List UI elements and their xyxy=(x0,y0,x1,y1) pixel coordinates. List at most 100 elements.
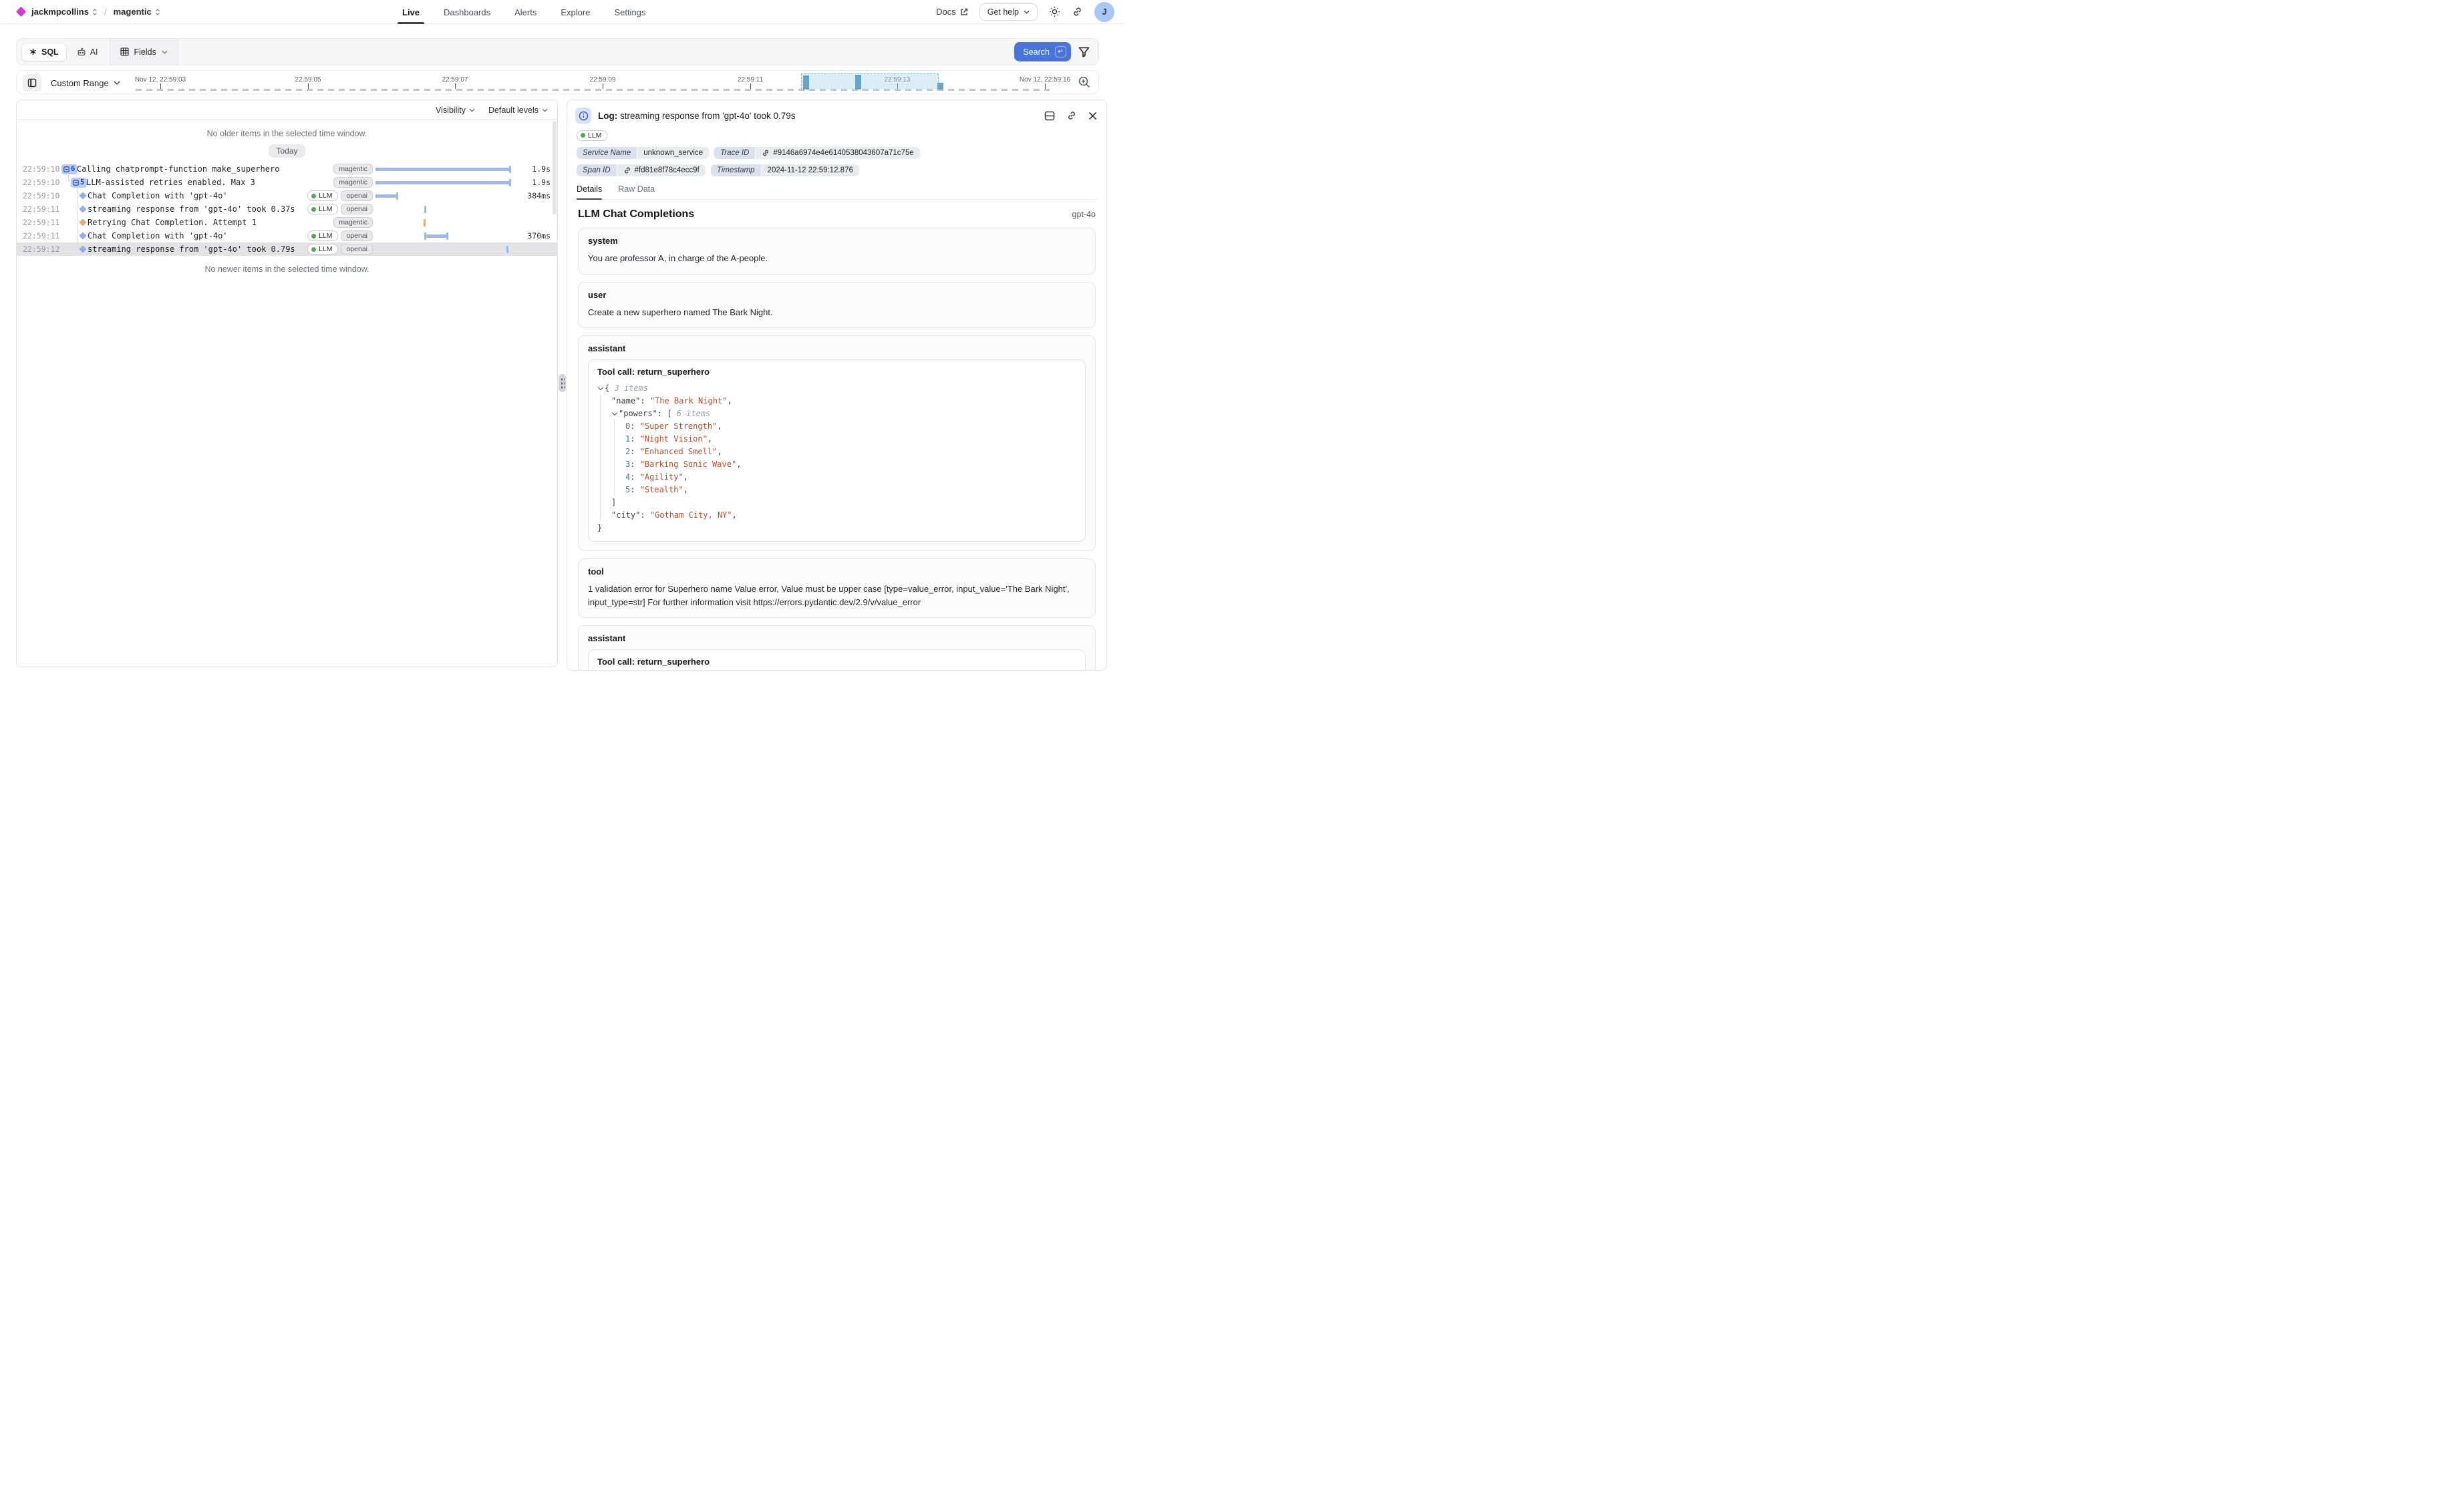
log-row[interactable]: 22:59:12streaming response from 'gpt-4o'… xyxy=(17,242,557,256)
collapse-count: 5 xyxy=(80,178,84,186)
json-token: "Barking Sonic Wave" xyxy=(640,460,737,469)
json-token: "powers" xyxy=(619,409,657,418)
copy-link-button[interactable] xyxy=(1066,110,1077,121)
timeline-selection[interactable] xyxy=(801,73,939,90)
section-title: LLM Chat Completions xyxy=(578,208,694,220)
enter-key-icon: ↵ xyxy=(1055,46,1066,57)
app-root: jackmpcollins / magentic LiveDashboardsA… xyxy=(0,0,2464,1491)
dock-panel-button[interactable] xyxy=(1044,111,1055,121)
chip-value[interactable]: #fd81e8f78c4ecc9f xyxy=(617,164,706,176)
collapse-caret-icon[interactable] xyxy=(611,410,618,417)
log-message: streaming response from 'gpt-4o' took 0.… xyxy=(88,244,295,254)
get-help-label: Get help xyxy=(987,7,1019,17)
json-token: 1 xyxy=(625,434,630,444)
duration-label: 1.9s xyxy=(521,164,557,174)
json-token: , xyxy=(717,447,722,456)
visibility-dropdown[interactable]: Visibility xyxy=(436,106,475,115)
log-message: Retrying Chat Completion. Attempt 1 xyxy=(88,218,257,227)
search-button[interactable]: Search ↵ xyxy=(1014,42,1071,61)
default-levels-label: Default levels xyxy=(488,106,538,115)
badge-llm: LLM xyxy=(307,244,338,255)
dataset-name: magentic xyxy=(114,7,152,17)
log-row[interactable]: 22:59:106Calling chatprompt-function mak… xyxy=(17,162,557,176)
log-badges: LLMopenai xyxy=(307,244,375,255)
scrollbar-thumb[interactable] xyxy=(553,121,557,214)
badge-magentic: magentic xyxy=(333,177,373,188)
json-line: { 3 items xyxy=(597,381,1076,394)
json-token: "Stealth" xyxy=(640,485,683,494)
json-token: , xyxy=(683,472,688,482)
log-row[interactable]: 22:59:11streaming response from 'gpt-4o'… xyxy=(17,202,557,216)
chip-value[interactable]: #9146a6974e4e6140538043607a71c75e xyxy=(756,147,919,159)
collapse-caret-icon[interactable] xyxy=(597,385,604,391)
tab-raw-data[interactable]: Raw Data xyxy=(618,184,655,199)
json-token: 3 items xyxy=(609,383,648,393)
docs-link[interactable]: Docs xyxy=(936,7,968,17)
message-text: Create a new superhero named The Bark Ni… xyxy=(588,306,1086,319)
query-input[interactable] xyxy=(178,39,1015,65)
collapse-toggle[interactable]: 6 xyxy=(61,164,78,174)
json-token: : xyxy=(630,434,639,444)
json-line: "city": "Gotham City, NY", xyxy=(611,508,1076,521)
chip-value: unknown_service xyxy=(637,147,709,159)
default-levels-dropdown[interactable]: Default levels xyxy=(488,106,548,115)
panel-resize-handle[interactable] xyxy=(559,374,566,392)
tick-label: 22:59:07 xyxy=(442,76,468,84)
dataset-selector[interactable]: magentic xyxy=(114,7,160,17)
asterisk-icon xyxy=(29,48,37,55)
duration-label: 370ms xyxy=(521,231,557,240)
close-button[interactable] xyxy=(1088,112,1097,120)
link-icon xyxy=(762,149,770,157)
tick-mark xyxy=(308,84,309,89)
metadata-chip: Timestamp2024-11-12 22:59:12.876 xyxy=(711,164,859,176)
collapse-toggle[interactable]: 5 xyxy=(71,178,87,188)
metadata-chip: Trace ID#9146a6974e4e6140538043607a71c75… xyxy=(714,147,920,159)
user-avatar[interactable]: J xyxy=(1094,2,1114,22)
ai-mode-button[interactable]: AI xyxy=(77,47,98,57)
share-link-button[interactable] xyxy=(1072,6,1083,17)
log-detail-panel: Log: streaming response from 'gpt-4o' to… xyxy=(567,100,1107,671)
log-row[interactable]: 22:59:105LLM-assisted retries enabled. M… xyxy=(17,176,557,189)
span-tick xyxy=(506,246,508,253)
model-name: gpt-4o xyxy=(1072,210,1096,219)
json-token: 2 xyxy=(625,447,630,456)
log-badges: LLMopenai xyxy=(307,190,375,201)
role-label: user xyxy=(588,290,1086,300)
badge-llm: LLM xyxy=(307,230,338,241)
role-label: assistant xyxy=(588,343,1086,353)
tab-explore[interactable]: Explore xyxy=(561,0,590,24)
tab-details[interactable]: Details xyxy=(577,184,602,199)
span-bar-cap xyxy=(446,232,448,240)
tab-alerts[interactable]: Alerts xyxy=(514,0,536,24)
badge-openai: openai xyxy=(341,230,373,241)
tab-dashboards[interactable]: Dashboards xyxy=(444,0,490,24)
log-row[interactable]: 22:59:10Chat Completion with 'gpt-4o'LLM… xyxy=(17,189,557,202)
log-row[interactable]: 22:59:11Chat Completion with 'gpt-4o'LLM… xyxy=(17,229,557,242)
zoom-in-button[interactable] xyxy=(1078,75,1091,89)
timeline-track[interactable]: Nov 12, 22:59:0322:59:0522:59:0722:59:09… xyxy=(17,71,1098,94)
json-group: "name": "The Bark Night","powers": [ 6 i… xyxy=(600,394,1076,521)
json-token: "name" xyxy=(611,396,640,405)
json-group: 0: "Super Strength",1: "Night Vision",2:… xyxy=(614,420,1076,496)
detail-header: Log: streaming response from 'gpt-4o' to… xyxy=(567,100,1106,126)
log-list-header: Visibility Default levels xyxy=(17,100,557,120)
tab-settings[interactable]: Settings xyxy=(614,0,645,24)
log-row-body: streaming response from 'gpt-4o' took 0.… xyxy=(57,202,375,216)
fields-button[interactable]: Fields xyxy=(110,39,178,65)
tab-live[interactable]: Live xyxy=(402,0,420,24)
duration-label: 1.9s xyxy=(521,178,557,187)
ai-label: AI xyxy=(90,47,98,57)
filter-button[interactable] xyxy=(1078,47,1090,57)
link-icon xyxy=(1066,110,1077,121)
theme-toggle-button[interactable] xyxy=(1049,6,1060,17)
log-row[interactable]: 22:59:11Retrying Chat Completion. Attemp… xyxy=(17,216,557,229)
json-token: : xyxy=(640,396,649,405)
main-nav-tabs: Live Dashboards Alerts Explore Settings xyxy=(402,0,645,24)
org-selector[interactable]: jackmpcollins xyxy=(31,7,98,17)
sql-mode-button[interactable]: SQL xyxy=(21,43,67,61)
log-badges: LLMopenai xyxy=(307,204,375,214)
log-time: 22:59:11 xyxy=(17,204,57,214)
get-help-button[interactable]: Get help xyxy=(979,3,1038,21)
chevron-down-icon xyxy=(542,108,548,112)
org-name: jackmpcollins xyxy=(31,7,89,17)
